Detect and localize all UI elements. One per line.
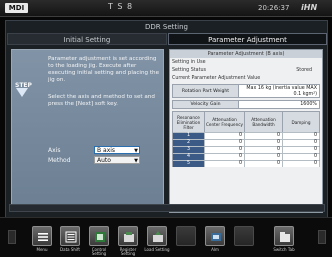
velocity-gain-box: Velocity Gain 1600% bbox=[172, 100, 320, 109]
previous-page-button[interactable] bbox=[8, 230, 16, 244]
switch-tab-icon bbox=[280, 232, 290, 242]
column-header: Damping bbox=[283, 112, 320, 132]
mode-indicator: MDI bbox=[5, 3, 28, 13]
table-row[interactable]: 1 0 0 0 bbox=[173, 132, 320, 139]
brand-logo: iHN bbox=[301, 3, 318, 12]
bandwidth-cell: 0 bbox=[245, 161, 283, 167]
softkey-label: Switch Tab bbox=[273, 247, 295, 252]
damping-cell: 0 bbox=[283, 161, 320, 167]
message-bar bbox=[9, 204, 325, 212]
table-header: Resonance Elimination Filter Attenuation… bbox=[173, 112, 320, 132]
velocity-gain-label: Velocity Gain bbox=[173, 101, 239, 108]
table-row[interactable]: 2 0 0 0 bbox=[173, 139, 320, 146]
setting-status-label: Setting Status bbox=[172, 68, 206, 73]
filter-index: 5 bbox=[173, 161, 205, 167]
dropdown-caret-icon: ▼ bbox=[134, 158, 138, 164]
column-header: Attenuation Bandwidth bbox=[245, 112, 283, 132]
rotation-weight-label: Rotation Part Weight bbox=[173, 85, 239, 97]
table-row[interactable]: 5 0 0 0 bbox=[173, 160, 320, 167]
status-bar: MDI T S 8 20:26:37 iHN bbox=[0, 0, 332, 17]
table-row[interactable]: 4 0 0 0 bbox=[173, 153, 320, 160]
register-icon bbox=[124, 232, 134, 242]
register-setting-button[interactable] bbox=[118, 226, 138, 246]
alarm-button[interactable] bbox=[205, 226, 225, 246]
data-icon bbox=[65, 231, 77, 243]
tab-initial-setting[interactable]: Initial Setting bbox=[7, 33, 167, 45]
load-setting-button[interactable] bbox=[147, 226, 167, 246]
setting-status-value: Stored bbox=[296, 68, 312, 73]
alarm-icon bbox=[211, 233, 221, 241]
current-param-label: Current Parameter Adjustment Value bbox=[172, 76, 261, 81]
status-indicators: T S 8 bbox=[108, 2, 134, 11]
page-title: DDR Setting bbox=[145, 23, 188, 31]
switch-tab-button[interactable] bbox=[274, 226, 294, 246]
parameter-adjustment-panel: Parameter Adjustment (B axis) Setting in… bbox=[169, 49, 323, 213]
softkey-label: Load Setting bbox=[144, 247, 170, 252]
tab-parameter-adjustment[interactable]: Parameter Adjustment bbox=[168, 33, 327, 45]
axis-label: Axis bbox=[48, 147, 61, 154]
dropdown-caret-icon: ▼ bbox=[134, 148, 138, 154]
initial-setting-panel: STEP Parameter adjustment is set accordi… bbox=[11, 49, 164, 209]
method-select[interactable]: Auto ▼ bbox=[94, 156, 140, 164]
control-setting-button[interactable] bbox=[89, 226, 109, 246]
setting-in-use-label: Setting in Use bbox=[172, 60, 206, 65]
menu-icon bbox=[38, 233, 48, 241]
clock: 20:26:37 bbox=[258, 4, 290, 12]
rotation-weight-value: Max 16 kg (inertia value MAX 0.1 kgm²) bbox=[246, 86, 317, 97]
ddr-setting-panel: DDR Setting Initial Setting Parameter Ad… bbox=[5, 20, 328, 220]
rotation-weight-box: Rotation Part Weight Max 16 kg (inertia … bbox=[172, 84, 320, 98]
softkey-bar: Menu Data Shift Control Setting Register… bbox=[0, 217, 332, 257]
down-arrow-icon bbox=[16, 88, 28, 97]
control-icon bbox=[95, 232, 105, 242]
blank-softkey[interactable] bbox=[234, 226, 254, 246]
softkey-label: Control Setting bbox=[91, 247, 107, 256]
blank-softkey[interactable] bbox=[176, 226, 196, 246]
softkey-label: Register Setting bbox=[119, 247, 137, 256]
column-header: Attenuation Center Frequency bbox=[205, 112, 245, 132]
method-select-value: Auto bbox=[97, 157, 111, 164]
softkey-label: Menu bbox=[36, 247, 48, 252]
next-page-button[interactable] bbox=[318, 230, 326, 244]
data-shift-button[interactable] bbox=[60, 226, 80, 246]
velocity-gain-value: 1600% bbox=[300, 102, 317, 107]
method-label: Method bbox=[48, 157, 71, 164]
parameter-header: Parameter Adjustment (B axis) bbox=[170, 50, 322, 58]
softkey-label: Data Shift bbox=[60, 247, 80, 252]
load-icon bbox=[153, 231, 163, 242]
instruction-text-2: Select the axis and method to set and pr… bbox=[48, 94, 155, 107]
resonance-filter-table: Resonance Elimination Filter Attenuation… bbox=[172, 111, 320, 167]
softkey-label: Alm bbox=[211, 247, 219, 252]
menu-button[interactable] bbox=[32, 226, 52, 246]
axis-select-value: B axis bbox=[97, 147, 116, 154]
table-row[interactable]: 3 0 0 0 bbox=[173, 146, 320, 153]
instruction-text-1: Parameter adjustment is set according to… bbox=[48, 56, 160, 83]
column-header: Resonance Elimination Filter bbox=[173, 112, 205, 132]
frequency-cell: 0 bbox=[205, 161, 245, 167]
axis-select[interactable]: B axis ▼ bbox=[94, 146, 140, 154]
